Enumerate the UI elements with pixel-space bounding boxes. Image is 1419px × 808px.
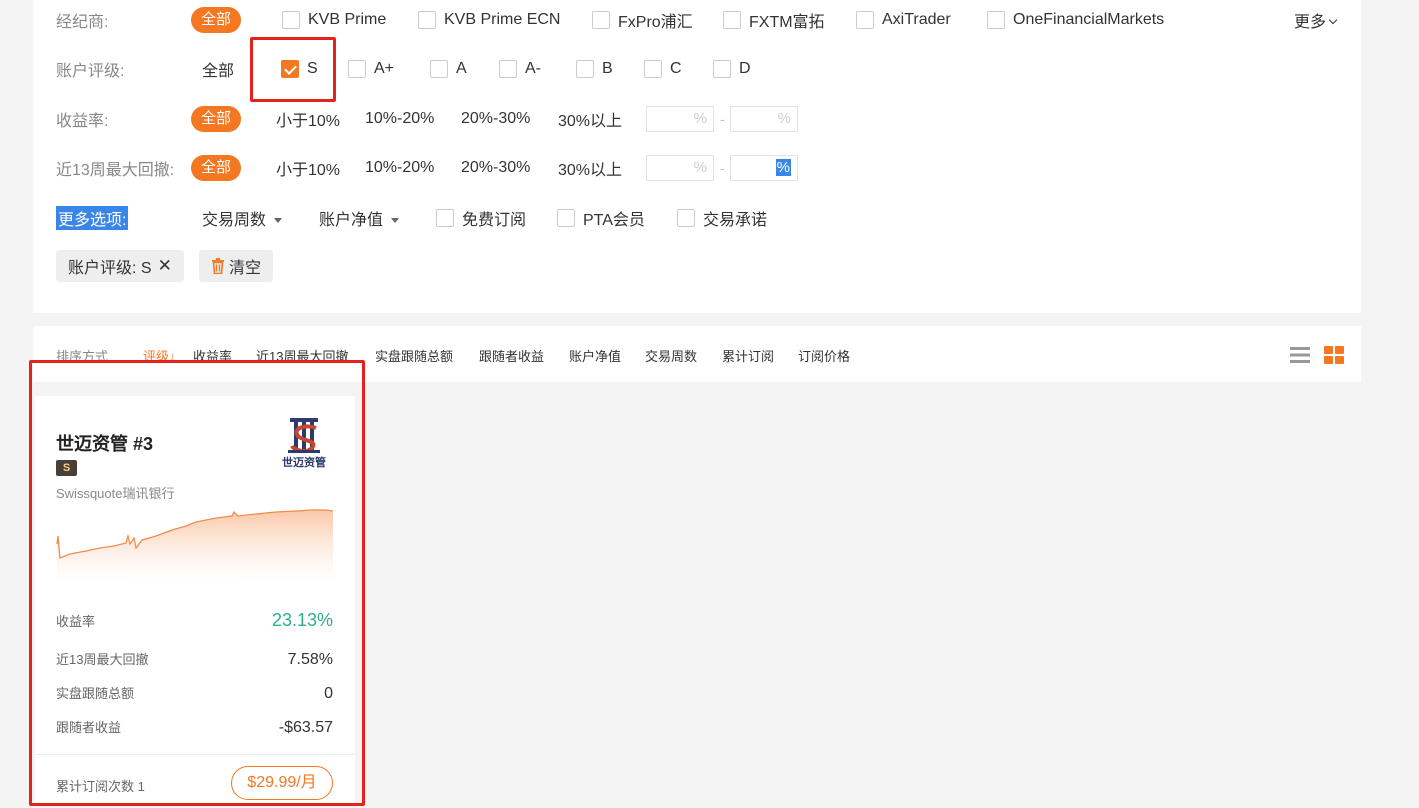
checkbox[interactable]: [499, 60, 517, 78]
checkbox[interactable]: [856, 11, 874, 29]
drawdown-option-gt30[interactable]: 30%以上: [558, 156, 622, 180]
checkbox[interactable]: [418, 11, 436, 29]
broker-option-fxtm[interactable]: FXTM富拓: [723, 8, 825, 32]
grid-view-icon[interactable]: [1324, 346, 1344, 364]
checkbox[interactable]: [987, 11, 1005, 29]
return-rate-min-input[interactable]: %: [646, 106, 714, 132]
checkbox[interactable]: [723, 11, 741, 29]
checkbox[interactable]: [348, 60, 366, 78]
checkbox[interactable]: [436, 209, 454, 227]
checkbox[interactable]: [592, 11, 610, 29]
sort-by-equity[interactable]: 账户净值: [569, 346, 621, 365]
rating-option-a-minus[interactable]: A-: [499, 60, 541, 78]
checkbox[interactable]: [430, 60, 448, 78]
checkbox[interactable]: [713, 60, 731, 78]
caret-down-icon: [391, 218, 400, 224]
drawdown-filter-row: 近13周最大回撤: 全部 小于10% 10%-20% 20%-30% 30%以上…: [33, 153, 1361, 183]
drawdown-option-20-30[interactable]: 20%-30%: [461, 159, 530, 177]
broker-option-kvb-prime-ecn[interactable]: KVB Prime ECN: [418, 11, 560, 29]
drawdown-option-lt10[interactable]: 小于10%: [276, 156, 340, 180]
drawdown-all-button[interactable]: 全部: [191, 155, 242, 181]
return-rate-option-10-20[interactable]: 10%-20%: [365, 110, 434, 128]
view-toggle: [1290, 346, 1344, 364]
rating-option-d[interactable]: D: [713, 60, 751, 78]
account-equity-dropdown[interactable]: 账户净值: [319, 206, 400, 230]
rating-option-a-plus[interactable]: A+: [348, 60, 394, 78]
return-rate-max-input[interactable]: %: [730, 106, 798, 132]
broker-option-onefinancialmarkets[interactable]: OneFinancialMarkets: [987, 11, 1164, 29]
pta-member-checkbox[interactable]: PTA会员: [557, 206, 645, 230]
range-separator: -: [720, 160, 725, 176]
broker-more-button[interactable]: 更多: [1294, 8, 1338, 32]
range-separator: -: [720, 111, 725, 127]
highlight-box: [29, 360, 365, 806]
return-rate-all-button[interactable]: 全部: [191, 106, 242, 132]
close-icon[interactable]: ✕: [158, 256, 172, 276]
return-rate-option-20-30[interactable]: 20%-30%: [461, 110, 530, 128]
trading-commitment-checkbox[interactable]: 交易承诺: [677, 206, 767, 230]
sort-by-follow-total[interactable]: 实盘跟随总额: [375, 346, 453, 365]
return-rate-option-gt30[interactable]: 30%以上: [558, 107, 622, 131]
drawdown-max-input[interactable]: %: [730, 155, 798, 181]
rating-option-b[interactable]: B: [576, 60, 613, 78]
drawdown-option-10-20[interactable]: 10%-20%: [365, 159, 434, 177]
trading-weeks-dropdown[interactable]: 交易周数: [202, 206, 283, 230]
broker-option-axitrader[interactable]: AxiTrader: [856, 11, 951, 29]
return-rate-filter-row: 收益率: 全部 小于10% 10%-20% 20%-30% 30%以上 % - …: [33, 104, 1361, 134]
clear-filters-button[interactable]: 清空: [199, 250, 274, 282]
drawdown-min-input[interactable]: %: [646, 155, 714, 181]
sort-by-subscriptions[interactable]: 累计订阅: [722, 346, 774, 365]
sort-by-weeks[interactable]: 交易周数: [645, 346, 697, 365]
broker-all-button[interactable]: 全部: [191, 7, 242, 33]
broker-filter-row: 经纪商: 全部 KVB Prime KVB Prime ECN FxPro浦汇 …: [33, 5, 1361, 35]
checkbox[interactable]: [282, 11, 300, 29]
checkbox[interactable]: [644, 60, 662, 78]
trash-icon: [212, 258, 224, 274]
drawdown-filter-label: 近13周最大回撤:: [56, 162, 175, 179]
rating-filter-row: 账户评级: 全部 S A+ A A- B C D: [33, 54, 1361, 84]
broker-filter-label: 经纪商:: [56, 14, 109, 31]
rating-option-c[interactable]: C: [644, 60, 682, 78]
rating-filter-label: 账户评级:: [56, 63, 125, 80]
checkbox[interactable]: [677, 209, 695, 227]
list-view-icon[interactable]: [1290, 346, 1310, 364]
more-options-row: 更多选项: 交易周数 账户净值 免费订阅 PTA会员 交易承诺: [33, 203, 1361, 233]
broker-option-kvb-prime[interactable]: KVB Prime: [282, 11, 386, 29]
rating-option-a[interactable]: A: [430, 60, 467, 78]
sort-by-follower-profit[interactable]: 跟随者收益: [479, 346, 544, 365]
filter-panel: 经纪商: 全部 KVB Prime KVB Prime ECN FxPro浦汇 …: [33, 0, 1361, 313]
caret-down-icon: [274, 218, 283, 224]
active-filter-tag[interactable]: 账户评级: S ✕: [56, 250, 184, 282]
chevron-down-icon: [1328, 15, 1338, 25]
return-rate-filter-label: 收益率:: [56, 113, 109, 130]
more-options-label: 更多选项:: [56, 206, 129, 230]
checkbox[interactable]: [557, 209, 575, 227]
checkbox[interactable]: [576, 60, 594, 78]
sort-by-price[interactable]: 订阅价格: [798, 346, 850, 365]
free-subscription-checkbox[interactable]: 免费订阅: [436, 206, 526, 230]
rating-all-button[interactable]: 全部: [202, 57, 234, 81]
broker-option-fxpro[interactable]: FxPro浦汇: [592, 8, 693, 32]
return-rate-option-lt10[interactable]: 小于10%: [276, 107, 340, 131]
highlight-box: [250, 37, 336, 102]
